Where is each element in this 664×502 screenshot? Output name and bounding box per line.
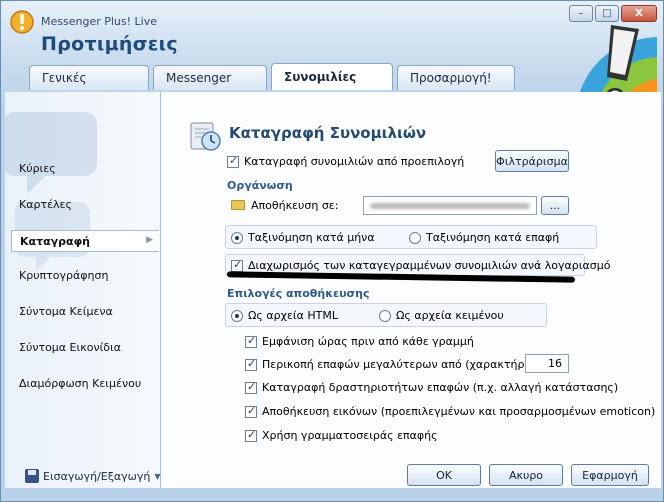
section-title: Καταγραφή Συνομιλιών bbox=[229, 124, 427, 142]
radio-label: Ταξινόμηση κατά μήνα bbox=[248, 231, 375, 244]
format-text-radio[interactable]: Ως αρχεία κειμένου bbox=[379, 309, 504, 322]
sidebar-item-encryption[interactable]: Κρυπτογράφηση bbox=[19, 269, 108, 282]
chevron-right-icon: ▶ bbox=[146, 235, 153, 245]
log-default-checkbox[interactable]: Καταγραφή συνομιλιών από προεπιλογή bbox=[227, 154, 465, 168]
checkbox-label: Περικοπή επαφών μεγαλύτερων από (χαρακτή… bbox=[262, 358, 545, 371]
checkbox-box bbox=[245, 380, 257, 394]
checkbox-label: Χρήση γραμματοσειράς επαφής bbox=[262, 429, 438, 442]
sidebar-item-main[interactable]: Κύριες bbox=[19, 162, 56, 175]
save-in-label: Αποθήκευση σε: bbox=[251, 199, 339, 212]
messenger-plus-logo-icon bbox=[10, 10, 34, 34]
page-title: Προτιμήσεις bbox=[41, 33, 178, 55]
radio-label: Ταξινόμηση κατά επαφή bbox=[426, 231, 560, 244]
browse-button[interactable]: ... bbox=[541, 196, 569, 215]
sidebar-item-tabs[interactable]: Καρτέλες bbox=[19, 198, 72, 211]
separate-accounts-checkbox[interactable]: Διαχωρισμός των καταγεγραμμένων συνομιλι… bbox=[231, 258, 611, 272]
radio-dot bbox=[231, 231, 243, 244]
sidebar-item-quick-emoticons[interactable]: Σύντομα Εικονίδια bbox=[19, 341, 121, 354]
sidebar-item-label: Καταγραφή bbox=[20, 235, 91, 248]
filter-button[interactable]: Φιλτράρισμα bbox=[495, 150, 569, 172]
checkbox-box bbox=[245, 357, 257, 371]
radio-dot bbox=[231, 309, 243, 322]
format-html-radio[interactable]: Ως αρχεία HTML bbox=[231, 309, 338, 322]
checkbox-label: Καταγραφή συνομιλιών από προεπιλογή bbox=[244, 155, 465, 168]
save-options-label: Επιλογές αποθήκευσης bbox=[227, 287, 370, 300]
checkbox-box bbox=[227, 154, 239, 168]
floppy-disk-icon bbox=[25, 469, 39, 483]
redacted-path bbox=[370, 203, 530, 209]
checkbox-label: Καταγραφή δραστηριοτήτων επαφών (π.χ. αλ… bbox=[262, 381, 619, 394]
radio-dot bbox=[379, 309, 391, 322]
sort-by-month-radio[interactable]: Ταξινόμηση κατά μήνα bbox=[231, 231, 375, 244]
import-export-menu[interactable]: Εισαγωγή/Εξαγωγή ▼ bbox=[25, 469, 161, 483]
sidebar-item-logging[interactable]: Καταγραφή ▶ bbox=[11, 230, 159, 252]
folder-icon bbox=[231, 200, 245, 210]
sidebar-item-quick-texts[interactable]: Σύντομα Κείμενα bbox=[19, 305, 113, 318]
radio-label: Ως αρχεία κειμένου bbox=[396, 309, 504, 322]
import-export-label: Εισαγωγή/Εξαγωγή bbox=[43, 469, 151, 483]
organization-label: Οργάνωση bbox=[227, 179, 293, 192]
truncate-length-field[interactable]: 16 bbox=[525, 354, 569, 373]
preferences-window: Messenger Plus! Live Προτιμήσεις – □ X Γ… bbox=[0, 0, 664, 502]
app-name: Messenger Plus! Live bbox=[41, 15, 157, 28]
ok-button[interactable]: ΟΚ bbox=[407, 464, 481, 486]
save-path-field[interactable] bbox=[363, 196, 537, 215]
cancel-button[interactable]: Ακυρο bbox=[489, 464, 563, 486]
tab-bar: Γενικές Messenger Συνομιλίες Προσαρμογή! bbox=[29, 63, 515, 90]
tab-messenger[interactable]: Messenger bbox=[153, 65, 267, 90]
contact-font-checkbox[interactable]: Χρήση γραμματοσειράς επαφής bbox=[245, 428, 438, 442]
radio-dot bbox=[409, 231, 421, 244]
tab-general[interactable]: Γενικές bbox=[29, 65, 149, 90]
checkbox-label: Εμφάνιση ώρας πριν από κάθε γραμμή bbox=[262, 335, 474, 348]
checkbox-box bbox=[245, 404, 257, 418]
checkbox-box bbox=[245, 428, 257, 442]
log-clock-icon bbox=[190, 122, 221, 151]
checkbox-box bbox=[231, 258, 243, 272]
show-time-checkbox[interactable]: Εμφάνιση ώρας πριν από κάθε γραμμή bbox=[245, 334, 474, 348]
sidebar-item-text-formatting[interactable]: Διαμόρφωση Κειμένου bbox=[19, 377, 141, 390]
checkbox-box bbox=[245, 334, 257, 348]
save-images-checkbox[interactable]: Αποθήκευση εικόνων (προεπιλεγμένων και π… bbox=[245, 404, 656, 418]
checkbox-label: Αποθήκευση εικόνων (προεπιλεγμένων και π… bbox=[262, 405, 656, 418]
tab-conversations[interactable]: Συνομιλίες bbox=[271, 63, 393, 90]
chevron-down-icon: ▼ bbox=[154, 471, 161, 481]
log-activity-checkbox[interactable]: Καταγραφή δραστηριοτήτων επαφών (π.χ. αλ… bbox=[245, 380, 619, 394]
sort-by-contact-radio[interactable]: Ταξινόμηση κατά επαφή bbox=[409, 231, 559, 244]
radio-label: Ως αρχεία HTML bbox=[248, 309, 338, 322]
tab-customize[interactable]: Προσαρμογή! bbox=[397, 65, 515, 90]
apply-button[interactable]: Εφαρμογή bbox=[571, 464, 649, 486]
sidebar: Κύριες Καρτέλες Καταγραφή ▶ Κρυπτογράφησ… bbox=[5, 92, 161, 488]
checkbox-label: Διαχωρισμός των καταγεγραμμένων συνομιλι… bbox=[248, 259, 611, 272]
truncate-names-checkbox[interactable]: Περικοπή επαφών μεγαλύτερων από (χαρακτή… bbox=[245, 357, 545, 371]
